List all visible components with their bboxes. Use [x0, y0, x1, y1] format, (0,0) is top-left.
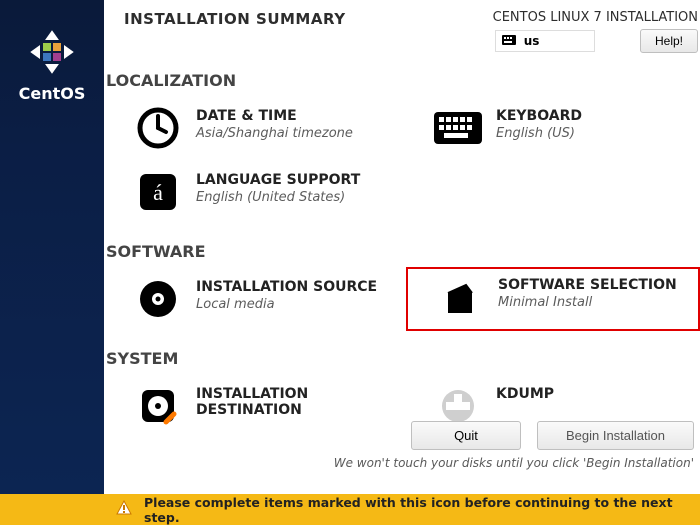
item-title: INSTALLATION DESTINATION — [196, 386, 406, 418]
quit-button[interactable]: Quit — [411, 421, 521, 450]
help-button[interactable]: Help! — [640, 29, 698, 53]
harddrive-warning-icon — [134, 382, 182, 430]
keyboard-layout-label: us — [524, 34, 540, 48]
header: INSTALLATION SUMMARY CENTOS LINUX 7 INST… — [104, 0, 700, 53]
main-panel: INSTALLATION SUMMARY CENTOS LINUX 7 INST… — [104, 0, 700, 494]
item-subtitle: Asia/Shanghai timezone — [196, 126, 353, 141]
svg-text:á: á — [153, 180, 163, 205]
item-language-support[interactable]: á LANGUAGE SUPPORT English (United State… — [106, 160, 406, 224]
warning-bar: Please complete items marked with this i… — [0, 494, 700, 525]
disk-hint: We won't touch your disks until you clic… — [334, 456, 694, 470]
item-installation-destination[interactable]: INSTALLATION DESTINATION — [106, 374, 406, 438]
item-software-selection[interactable]: SOFTWARE SELECTION Minimal Install — [406, 267, 700, 331]
action-buttons: Quit Begin Installation — [411, 421, 694, 450]
sidebar: CentOS — [0, 0, 104, 494]
item-installation-source[interactable]: INSTALLATION SOURCE Local media — [106, 267, 406, 331]
page-title: INSTALLATION SUMMARY — [124, 10, 346, 53]
warning-text: Please complete items marked with this i… — [144, 495, 700, 525]
warning-triangle-icon — [116, 500, 132, 519]
header-subtitle: CENTOS LINUX 7 INSTALLATION — [493, 10, 698, 25]
clock-icon — [134, 104, 182, 152]
keyboard-mini-icon — [502, 34, 520, 48]
item-subtitle: English (US) — [496, 126, 582, 141]
package-icon — [436, 273, 484, 321]
language-icon: á — [134, 168, 182, 216]
item-subtitle: Local media — [196, 297, 377, 312]
item-title: KDUMP — [496, 386, 554, 402]
item-title: LANGUAGE SUPPORT — [196, 172, 360, 188]
centos-logo-icon — [0, 28, 104, 80]
item-title: INSTALLATION SOURCE — [196, 279, 377, 295]
section-system-title: SYSTEM — [106, 349, 700, 368]
begin-installation-button[interactable]: Begin Installation — [537, 421, 694, 450]
keyboard-icon — [434, 104, 482, 152]
disc-icon — [134, 275, 182, 323]
brand-text: CentOS — [0, 84, 104, 103]
section-software-title: SOFTWARE — [106, 242, 700, 261]
item-keyboard[interactable]: KEYBOARD English (US) — [406, 96, 700, 160]
item-title: DATE & TIME — [196, 108, 353, 124]
item-title: KEYBOARD — [496, 108, 582, 124]
item-date-time[interactable]: DATE & TIME Asia/Shanghai timezone — [106, 96, 406, 160]
keyboard-layout-selector[interactable]: us — [495, 30, 595, 52]
item-title: SOFTWARE SELECTION — [498, 277, 677, 293]
item-subtitle: Minimal Install — [498, 295, 677, 310]
item-subtitle: English (United States) — [196, 190, 360, 205]
section-localization-title: LOCALIZATION — [106, 71, 700, 90]
